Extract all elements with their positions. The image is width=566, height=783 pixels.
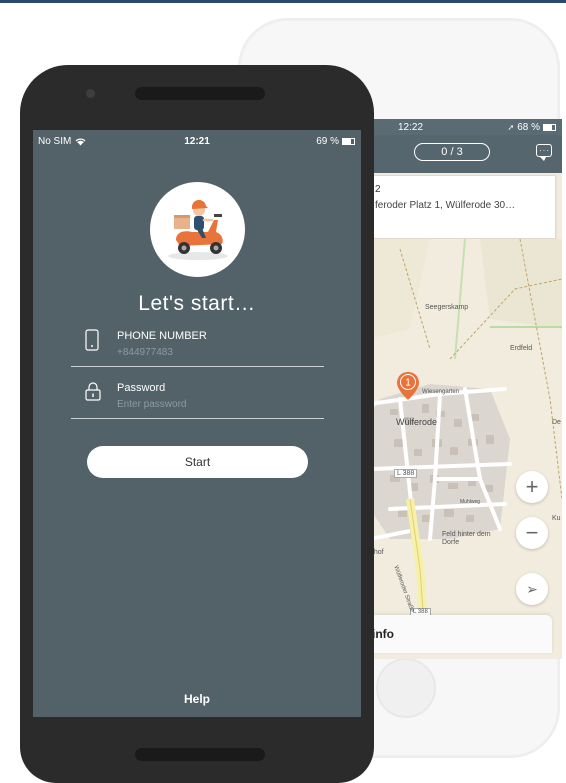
location-arrow-icon: ➚ (507, 122, 515, 132)
phone-number-label: PHONE NUMBER (117, 330, 207, 342)
info-label: info (372, 627, 394, 641)
map-marker[interactable]: 1 (396, 371, 420, 401)
status-bar: No SIM 12:21 69 % (33, 130, 361, 152)
top-speaker (135, 87, 265, 100)
back-battery: ➚ 68 % (507, 121, 556, 133)
map-label-seegerskamp: Seegerskamp (425, 304, 469, 311)
phone-icon (85, 329, 99, 351)
bottom-speaker (135, 748, 265, 761)
help-link[interactable]: Help (33, 692, 361, 706)
login-screen: No SIM 12:21 69 % Let's start… PHONE NUM… (33, 130, 361, 717)
map-label-road: L 388 (394, 469, 418, 478)
address-number: 2 (375, 184, 381, 195)
battery-text: 69 % (316, 136, 339, 147)
info-panel[interactable]: info (370, 615, 552, 653)
map-marker-number: 1 (405, 378, 411, 389)
back-status-bar: 12:22 ➚ 68 % (370, 119, 562, 135)
map-label-feld: Feld hinter dem Dorfe (442, 531, 491, 546)
status-time: 12:21 (184, 136, 210, 147)
map-label-wiesengarten: Wiesengarten (422, 389, 460, 395)
page-title: Let's start… (138, 292, 256, 315)
locate-button[interactable]: ➢ (516, 573, 548, 605)
battery-icon (342, 138, 355, 145)
courier-avatar (150, 182, 245, 277)
back-battery-text: 68 % (517, 121, 540, 133)
plus-icon: + (525, 474, 539, 499)
minus-icon: − (525, 520, 539, 545)
password-field[interactable]: Password (71, 379, 324, 419)
password-input[interactable] (117, 399, 297, 410)
navigation-arrow-icon: ➢ (526, 580, 538, 597)
top-accent-line (0, 0, 566, 3)
phone-number-input[interactable] (117, 347, 297, 358)
map-label-edge-de: De (552, 419, 561, 426)
back-status-time: 12:22 (398, 121, 424, 133)
battery-icon (543, 123, 556, 131)
map-label-erdfeld: Erdfeld (510, 345, 533, 352)
map-label-town: Wülferode (396, 417, 438, 427)
battery: 69 % (316, 136, 355, 147)
stop-progress-pill[interactable]: 0 / 3 (414, 143, 490, 161)
phone-number-field[interactable]: PHONE NUMBER (71, 327, 324, 367)
map-screen: 12:22 ➚ 68 % 0 / 3 ··· 2 feroder Platz 1… (370, 119, 562, 659)
start-button[interactable]: Start (87, 446, 308, 478)
address-card[interactable]: 2 feroder Platz 1, Wülferode 30… (372, 175, 556, 239)
zoom-in-button[interactable]: + (516, 471, 548, 503)
scooter-courier-icon (168, 199, 228, 260)
address-text: feroder Platz 1, Wülferode 30… (375, 200, 516, 211)
lock-icon (85, 382, 101, 401)
route-header: 0 / 3 ··· (370, 135, 562, 173)
front-camera (86, 89, 95, 98)
home-button[interactable] (376, 658, 436, 718)
password-label: Password (117, 382, 166, 394)
map-label-edge-ku: Ku (552, 515, 561, 522)
chat-icon[interactable]: ··· (536, 144, 552, 161)
zoom-out-button[interactable]: − (516, 517, 548, 549)
map-label-muhlweg: Muhlweg (460, 499, 481, 505)
